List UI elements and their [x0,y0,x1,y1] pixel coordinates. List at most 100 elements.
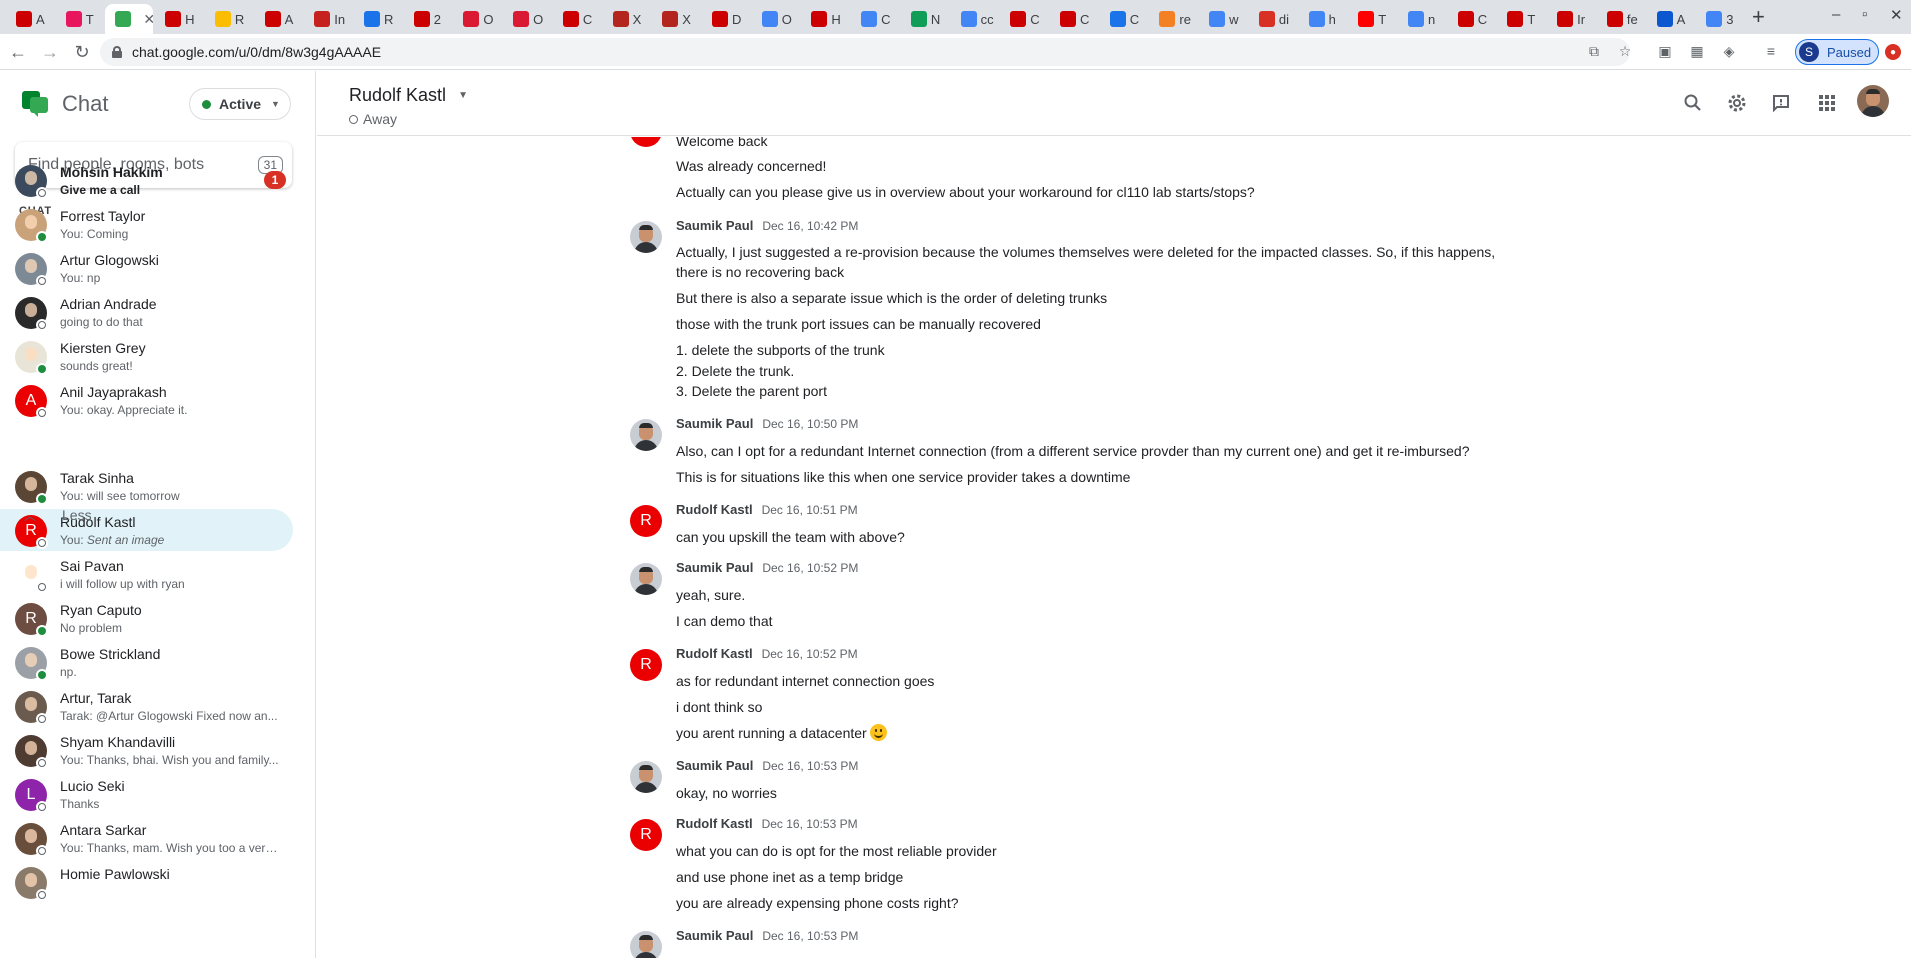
close-window-icon[interactable]: ✕ [1890,6,1903,24]
sender-name[interactable]: Saumik Paul [676,928,753,943]
browser-tab[interactable]: h [1299,4,1347,34]
close-tab-icon[interactable]: ✕ [143,11,153,28]
reading-list-icon[interactable]: ≡ [1762,42,1780,60]
avatar[interactable] [630,761,662,793]
browser-tab[interactable]: C [1050,4,1098,34]
back-icon[interactable]: ← [6,40,30,64]
extension-shield-icon[interactable]: ◈ [1720,42,1738,60]
search-icon[interactable] [1681,91,1705,115]
conversation-item[interactable]: Artur Glogowski You: np [0,247,293,289]
browser-tab[interactable]: N [901,4,949,34]
address-bar[interactable]: chat.google.com/u/0/dm/8w3g4gAAAAE [100,38,1630,66]
conversation-item[interactable]: Antara Sarkar You: Thanks, mam. Wish you … [0,817,293,859]
active-status-dot [202,99,211,109]
browser-tab[interactable]: C [851,4,899,34]
sender-name[interactable]: Rudolf Kastl [676,816,753,831]
browser-tab[interactable]: In [304,4,352,34]
browser-tab[interactable]: 2 [404,4,452,34]
profile-button[interactable]: S Paused [1795,39,1879,65]
browser-tab[interactable]: C [553,4,601,34]
avatar[interactable] [630,221,662,253]
conversation-item[interactable]: Sai Pavan i will follow up with ryan [0,553,293,595]
new-tab-button[interactable]: + [1752,6,1765,28]
browser-tab[interactable]: T [1497,4,1545,34]
sender-name[interactable]: Rudolf Kastl [676,502,753,517]
conversation-item[interactable]: Shyam Khandavilli You: Thanks, bhai. Wish… [0,729,293,771]
browser-tab[interactable]: cc [951,4,999,34]
browser-tab[interactable]: X [603,4,651,34]
browser-tab[interactable]: w [1199,4,1247,34]
open-in-window-icon[interactable]: ⧉ [1585,42,1603,60]
alert-icon[interactable]: ● [1885,44,1901,60]
bookmark-star-icon[interactable]: ☆ [1616,42,1634,60]
extension-icon[interactable]: ▣ [1656,42,1674,60]
minimize-icon[interactable]: – [1832,6,1840,23]
browser-tab[interactable]: ✕ [105,4,154,34]
browser-tab[interactable]: re [1149,4,1197,34]
brand[interactable]: Chat [22,91,108,117]
browser-tab-label: A [284,11,294,27]
browser-tab[interactable]: O [752,4,800,34]
browser-tab[interactable]: A [255,4,303,34]
extension-icon[interactable]: ▦ [1688,42,1706,60]
browser-tab[interactable]: Ir [1547,4,1595,34]
sender-name[interactable]: Saumik Paul [676,758,753,773]
conversation-preview: You: Thanks, mam. Wish you too a very... [60,841,280,855]
browser-tab-label: C [881,11,891,27]
conversation-item[interactable]: Adrian Andrade going to do that [0,291,293,333]
openstack-icon [463,11,480,27]
browser-tab[interactable]: R [354,4,402,34]
conversation-item[interactable]: A Anil Jayaprakash You: okay. Appreciate i… [0,379,293,421]
browser-tab[interactable]: D [702,4,750,34]
browser-tab[interactable]: T [56,4,104,34]
conversation-item[interactable]: Bowe Strickland np. [0,641,293,683]
browser-tab[interactable]: H [801,4,849,34]
browser-tab[interactable]: 3 [1696,4,1744,34]
sender-name[interactable]: Saumik Paul [676,416,753,431]
browser-tab[interactable]: O [503,4,551,34]
browser-tab[interactable]: T [1348,4,1396,34]
browser-tab[interactable]: di [1249,4,1297,34]
sender-name[interactable]: Saumik Paul [676,560,753,575]
browser-tab[interactable]: fe [1597,4,1645,34]
browser-tab[interactable]: H [155,4,203,34]
sender-name[interactable]: Saumik Paul [676,218,753,233]
less-toggle[interactable]: ︿ Less [0,500,293,530]
conversation-item[interactable]: Homie Pawlowski [0,861,293,903]
less-label: Less [62,507,92,523]
status-dropdown[interactable]: Active ▼ [189,88,291,120]
account-avatar[interactable] [1857,85,1889,117]
browser-tab[interactable]: C [1000,4,1048,34]
profile-avatar: S [1799,42,1819,62]
conversation-item[interactable]: R Ryan Caputo No problem [0,597,293,639]
avatar[interactable]: R [630,505,662,537]
conversation-item[interactable]: Mohsin Hakkim Give me a call 1 [0,159,293,201]
conversation-item[interactable]: Forrest Taylor You: Coming [0,203,293,245]
browser-tab-label: re [1179,11,1191,27]
avatar[interactable] [630,419,662,451]
browser-tab[interactable]: A [1647,4,1695,34]
browser-tab[interactable]: R [205,4,253,34]
forward-icon[interactable]: → [38,40,62,64]
feedback-icon[interactable] [1769,91,1793,115]
apps-grid-icon[interactable] [1815,91,1839,115]
avatar[interactable]: R [630,649,662,681]
browser-tab[interactable]: X [652,4,700,34]
conversation-item[interactable]: Artur, Tarak Tarak: @Artur Glogowski Fixe… [0,685,293,727]
avatar[interactable]: R [630,819,662,851]
browser-tab[interactable]: n [1398,4,1446,34]
message-timestamp: Dec 16, 10:42 PM [762,219,859,233]
sender-name[interactable]: Rudolf Kastl [676,646,753,661]
gear-icon[interactable] [1725,91,1749,115]
reload-icon[interactable]: ↻ [70,40,94,64]
avatar[interactable] [630,931,662,958]
browser-tab[interactable]: O [453,4,501,34]
conversation-item[interactable]: Kiersten Grey sounds great! [0,335,293,377]
browser-tab[interactable]: C [1448,4,1496,34]
conversation-item[interactable]: L Lucio Seki Thanks [0,773,293,815]
browser-tab[interactable]: A [6,4,54,34]
maximize-icon[interactable]: ▫ [1862,6,1867,23]
avatar[interactable] [630,563,662,595]
conversation-title[interactable]: Rudolf Kastl ▼ [349,85,468,106]
browser-tab[interactable]: C [1100,4,1148,34]
